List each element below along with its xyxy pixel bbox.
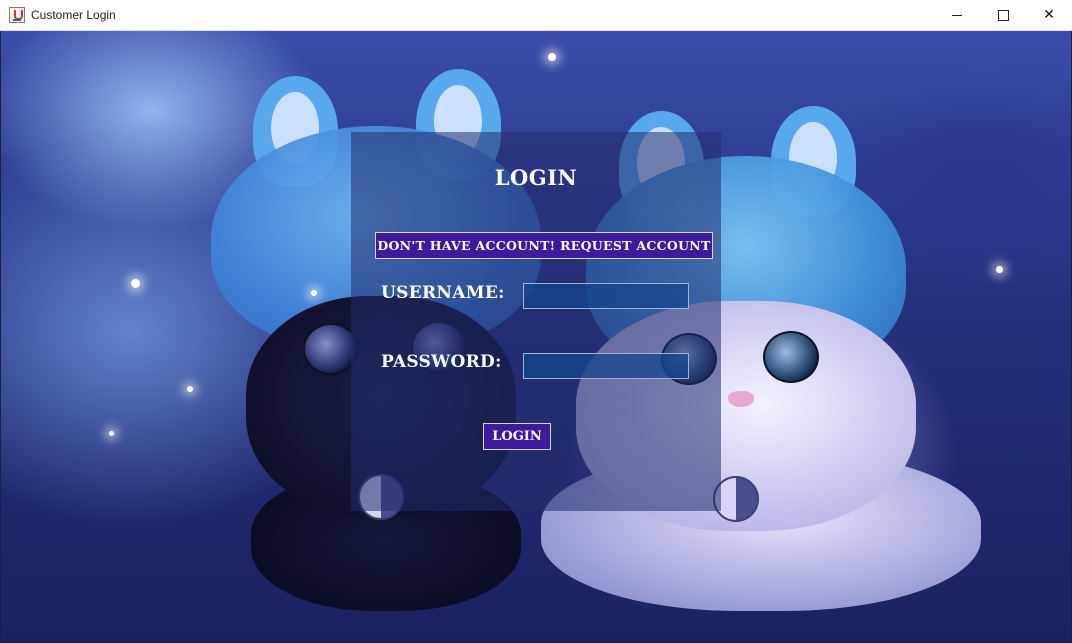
maximize-button[interactable] <box>980 0 1026 31</box>
sparkle <box>131 279 140 288</box>
close-icon: ✕ <box>1043 7 1055 23</box>
minimize-button[interactable] <box>934 0 980 31</box>
login-heading: LOGIN <box>494 165 578 190</box>
request-account-button[interactable]: DON'T HAVE ACCOUNT! REQUEST ACCOUNT <box>375 232 713 259</box>
sparkle <box>996 266 1003 273</box>
login-panel: LOGIN DON'T HAVE ACCOUNT! REQUEST ACCOUN… <box>351 132 721 511</box>
sparkle <box>187 386 193 392</box>
sparkle <box>311 290 317 296</box>
close-button[interactable]: ✕ <box>1026 0 1072 31</box>
username-input[interactable] <box>523 283 689 309</box>
cat-nose <box>728 391 754 407</box>
username-label: USERNAME: <box>381 283 505 303</box>
window-title: Customer Login <box>31 8 116 22</box>
maximize-icon <box>997 9 1009 21</box>
sparkle <box>109 431 114 436</box>
password-label: PASSWORD: <box>381 352 502 372</box>
cat-eye <box>763 331 819 383</box>
sparkle <box>548 53 556 61</box>
minimize-icon <box>952 14 962 16</box>
password-input[interactable] <box>523 353 689 379</box>
window-titlebar: Customer Login ✕ <box>0 0 1072 31</box>
java-icon <box>9 7 25 23</box>
login-button[interactable]: LOGIN <box>483 423 551 450</box>
